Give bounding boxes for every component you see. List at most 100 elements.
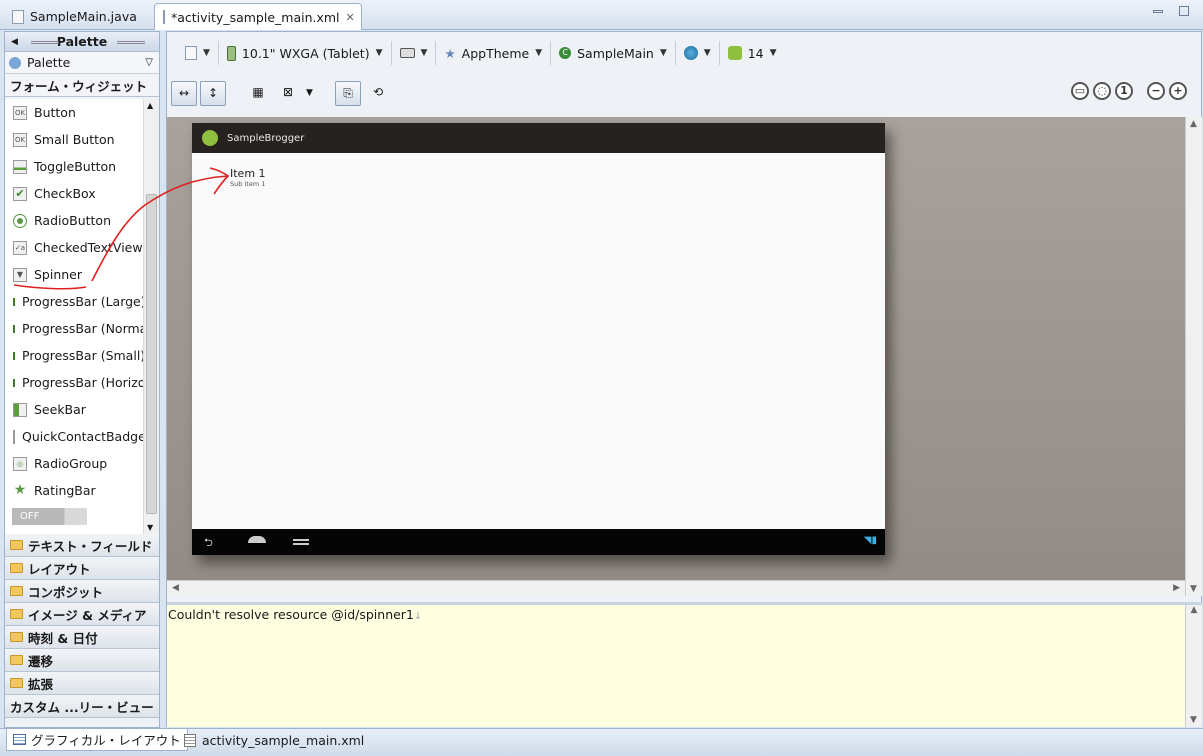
switch-label: OFF (20, 511, 40, 522)
show-margins-button[interactable]: ▦ (245, 81, 271, 106)
widget-button[interactable]: OK Button (5, 99, 143, 126)
category-form-widgets[interactable]: フォーム・ウィジェット (5, 74, 159, 97)
tab-activity-xml[interactable]: *activity_sample_main.xml ✕ (154, 3, 362, 30)
widget-list: OK Button OK Small Button ToggleButton ✔ Ch… (5, 99, 143, 534)
layout-grid-icon (13, 734, 26, 745)
scroll-left-icon[interactable]: ◀ (172, 583, 179, 593)
palette-title-bar[interactable]: ◀ Palette (5, 32, 159, 52)
zoom-out-icon[interactable]: − (1147, 82, 1165, 100)
chevron-down-icon: ▼ (535, 48, 543, 58)
widget-list-scrollbar[interactable]: ▲ ▼ (143, 99, 159, 534)
widget-radiobutton[interactable]: RadioButton (5, 207, 143, 234)
drag-handle-icon[interactable] (117, 41, 145, 44)
tab-samplemain-java[interactable]: SampleMain.java (4, 3, 145, 30)
tab-graphical-layout[interactable]: グラフィカル・レイアウト (6, 729, 188, 751)
widget-small-button[interactable]: OK Small Button (5, 126, 143, 153)
category-text-fields[interactable]: テキスト・フィールド (5, 534, 159, 557)
window-controls (1153, 6, 1189, 16)
scrollbar-thumb[interactable] (146, 194, 157, 514)
maximize-icon[interactable] (1179, 6, 1189, 16)
widget-label: Small Button (34, 132, 115, 147)
error-pane: Couldn't resolve resource @id/spinner1↓ … (167, 602, 1202, 727)
zoom-real-icon[interactable]: ◌ (1093, 82, 1111, 100)
widget-progressbar-horizontal[interactable]: ProgressBar (Horizontal) (5, 369, 143, 396)
folder-icon (10, 632, 23, 642)
category-label: カスタム ...リー・ビュー (10, 699, 154, 715)
zoom-100-icon[interactable]: 1 (1115, 82, 1133, 100)
star-icon: ★ (13, 481, 27, 498)
device-preview[interactable]: SampleBrogger Item 1 Sub Item 1 ⮌ ◥▮ (192, 123, 885, 555)
widget-checkbox[interactable]: ✔ CheckBox (5, 180, 143, 207)
zoom-fit-icon[interactable]: ▭ (1071, 82, 1089, 100)
device-dropdown[interactable]: 10.1" WXGA (Tablet) ▼ (219, 41, 392, 65)
config-toolbar: ▼ 10.1" WXGA (Tablet) ▼ ▼ ★ AppTheme ▼ C Sam… (167, 32, 1201, 74)
orientation-dropdown[interactable]: ▼ (392, 41, 437, 65)
error-pane-scrollbar[interactable]: ▲ ▼ (1185, 605, 1202, 727)
scroll-right-icon[interactable]: ▶ (1173, 583, 1180, 593)
chevron-down-icon: ▼ (203, 48, 210, 58)
canvas-horizontal-scrollbar[interactable]: ◀ ▶ (167, 580, 1185, 596)
category-layouts[interactable]: レイアウト (5, 557, 159, 580)
widget-seekbar[interactable]: SeekBar (5, 396, 143, 423)
widget-label: RadioButton (34, 213, 111, 228)
list-item-1[interactable]: Item 1 Sub Item 1 (230, 167, 266, 188)
widget-quickcontactbadge[interactable]: QuickContactBadge (5, 423, 143, 450)
zoom-in-icon[interactable]: + (1169, 82, 1187, 100)
refresh-button[interactable]: ⟲ (365, 81, 391, 106)
category-transitions[interactable]: 遷移 (5, 649, 159, 672)
theme-dropdown[interactable]: ★ AppTheme ▼ (436, 41, 552, 65)
category-label: テキスト・フィールド (28, 538, 153, 554)
widget-label: ToggleButton (34, 159, 117, 174)
widget-progressbar-large[interactable]: ProgressBar (Large) (5, 288, 143, 315)
collapse-left-icon[interactable]: ◀ (11, 37, 18, 47)
chevron-down-icon: ▽ (145, 57, 153, 68)
minimize-icon[interactable] (1153, 10, 1163, 13)
radio-group-icon: ◎ (13, 456, 27, 471)
theme-label: AppTheme (461, 45, 530, 61)
chevron-down-icon: ▼ (703, 48, 711, 58)
widget-togglebutton[interactable]: ToggleButton (5, 153, 143, 180)
layout-file-icon (163, 10, 165, 24)
scroll-down-icon[interactable]: ▼ (147, 523, 153, 532)
widget-checkedtextview[interactable]: ✓a CheckedTextView (5, 234, 143, 261)
scroll-down-icon[interactable]: ▼ (1190, 715, 1197, 725)
fill-height-button[interactable]: ↕ (200, 81, 226, 106)
widget-progressbar-normal[interactable]: ProgressBar (Normal) (5, 315, 143, 342)
chevron-down-icon[interactable]: ▼ (306, 88, 313, 98)
palette-title: Palette (56, 34, 108, 49)
canvas-vertical-scrollbar[interactable]: ▲ ▼ (1185, 117, 1202, 596)
scroll-up-icon[interactable]: ▲ (147, 101, 153, 110)
scroll-up-icon[interactable]: ▲ (1190, 119, 1197, 129)
widget-radiogroup[interactable]: ◎ RadioGroup (5, 450, 143, 477)
widget-label: RadioGroup (34, 456, 108, 471)
scroll-up-icon[interactable]: ▲ (1186, 605, 1202, 615)
locale-dropdown[interactable]: ▼ (676, 41, 720, 65)
toggle-lock-button[interactable]: ⎘ (335, 81, 361, 106)
tab-label: activity_sample_main.xml (202, 732, 365, 748)
chevron-down-icon: ▼ (769, 48, 777, 58)
api-level-label: 14 (747, 45, 764, 61)
tab-xml-source[interactable]: activity_sample_main.xml (178, 729, 370, 751)
close-icon[interactable]: ✕ (346, 11, 355, 24)
widget-ratingbar[interactable]: ★ RatingBar (5, 477, 143, 504)
tablet-icon (226, 45, 236, 61)
config-file-dropdown[interactable]: ▼ (177, 41, 219, 65)
activity-dropdown[interactable]: C SampleMain ▼ (551, 41, 676, 65)
category-composite[interactable]: コンポジット (5, 580, 159, 603)
palette-categories: テキスト・フィールド レイアウト コンポジット イメージ & メディア 時刻 &… (5, 534, 159, 718)
category-images-media[interactable]: イメージ & メディア (5, 603, 159, 626)
widget-progressbar-small[interactable]: ProgressBar (Small) (5, 342, 143, 369)
widget-spinner[interactable]: ▼ Spinner (5, 261, 143, 288)
category-label: 時刻 & 日付 (28, 630, 98, 646)
design-canvas[interactable]: SampleBrogger Item 1 Sub Item 1 ⮌ ◥▮ (167, 117, 1185, 580)
clip-button[interactable]: ⊠ (275, 81, 301, 106)
api-level-dropdown[interactable]: 14 ▼ (720, 41, 785, 65)
category-advanced[interactable]: 拡張 (5, 672, 159, 695)
category-time-date[interactable]: 時刻 & 日付 (5, 626, 159, 649)
drag-handle-icon[interactable] (31, 41, 59, 44)
fill-width-button[interactable]: ↔ (171, 81, 197, 106)
scroll-down-icon[interactable]: ▼ (1190, 584, 1197, 594)
category-custom-views[interactable]: カスタム ...リー・ビュー (5, 695, 159, 718)
switch-widget-preview[interactable]: OFF (12, 508, 87, 525)
palette-mode-dropdown[interactable]: Palette ▽ (5, 52, 159, 74)
